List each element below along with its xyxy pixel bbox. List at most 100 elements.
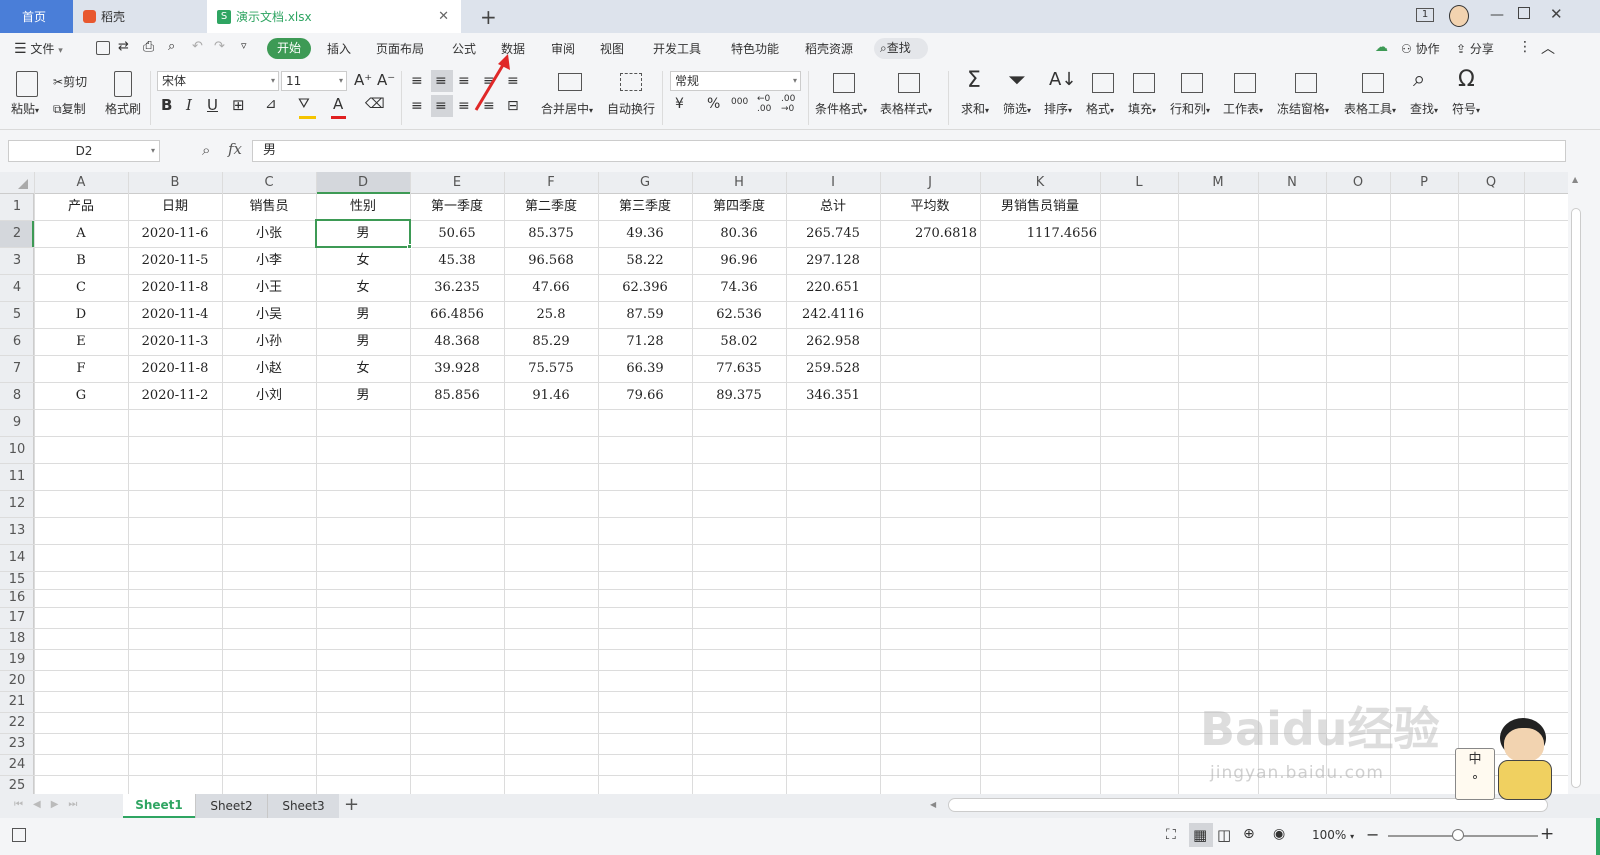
column-header[interactable]: N (1258, 172, 1326, 194)
row-col-icon[interactable] (1181, 73, 1203, 93)
table-cell[interactable]: 小李 (222, 247, 316, 274)
table-cell[interactable]: 79.66 (598, 382, 692, 409)
column-header[interactable]: I (786, 172, 880, 194)
table-header-cell[interactable]: 第一季度 (410, 194, 504, 221)
row-header[interactable]: 6 (0, 328, 34, 355)
table-cell[interactable] (980, 328, 1100, 355)
row-col-button[interactable]: 行和列▾ (1170, 100, 1210, 117)
row-header[interactable]: 25 (0, 775, 34, 794)
table-header-cell[interactable]: 平均数 (880, 194, 980, 221)
table-cell[interactable] (980, 382, 1100, 409)
column-header[interactable]: M (1178, 172, 1258, 194)
table-cell[interactable]: 女 (316, 274, 410, 301)
table-cell[interactable]: 270.6818 (880, 220, 980, 247)
symbol-button[interactable]: 符号▾ (1452, 100, 1480, 117)
table-cell[interactable]: F (34, 355, 128, 382)
table-cell[interactable]: 87.59 (598, 301, 692, 328)
paste-icon[interactable] (16, 71, 38, 97)
sheet-tab-3[interactable]: Sheet3 (267, 794, 339, 818)
print-preview-icon[interactable]: ⌕ (168, 39, 175, 54)
tab-file[interactable]: S 演示文档.xlsx ✕ (207, 0, 461, 33)
find-button[interactable]: 查找▾ (1410, 100, 1438, 117)
zoom-slider-handle[interactable] (1452, 829, 1464, 841)
collapse-ribbon-icon[interactable]: ︿ (1541, 38, 1555, 58)
sum-icon[interactable]: Σ (967, 68, 981, 93)
table-cell[interactable] (880, 382, 980, 409)
table-cell[interactable]: 2020-11-8 (128, 274, 222, 301)
row-header[interactable]: 18 (0, 628, 34, 649)
worksheet-button[interactable]: 工作表▾ (1223, 100, 1263, 117)
add-sheet-icon[interactable]: + (344, 794, 359, 815)
row-header[interactable]: 21 (0, 691, 34, 712)
table-cell[interactable]: E (34, 328, 128, 355)
restore-icon[interactable] (1518, 7, 1530, 19)
column-header[interactable]: H (692, 172, 786, 194)
table-cell[interactable]: G (34, 382, 128, 409)
italic-icon[interactable]: I (186, 96, 192, 114)
row-header[interactable]: 11 (0, 463, 34, 490)
row-header[interactable]: 1 (0, 194, 34, 220)
border-icon[interactable]: ⊞ (232, 96, 245, 114)
percent-button[interactable]: % (707, 96, 720, 112)
formula-input[interactable]: 男 (252, 140, 1566, 162)
customize-icon[interactable]: ▿ (241, 39, 247, 52)
table-cell[interactable] (980, 274, 1100, 301)
select-all-icon[interactable] (18, 179, 28, 189)
font-color-icon[interactable]: A (333, 95, 343, 113)
table-header-cell[interactable]: 产品 (34, 194, 128, 221)
table-tools-button[interactable]: 表格工具▾ (1344, 100, 1396, 117)
table-cell[interactable]: 74.36 (692, 274, 786, 301)
row-header[interactable]: 10 (0, 436, 34, 463)
table-tools-icon[interactable] (1362, 73, 1384, 93)
format-button[interactable]: 格式▾ (1086, 100, 1114, 117)
table-cell[interactable]: 220.651 (786, 274, 880, 301)
table-cell[interactable]: 36.235 (410, 274, 504, 301)
table-cell[interactable]: 75.575 (504, 355, 598, 382)
column-header[interactable]: D (316, 172, 410, 194)
page-break-view-icon[interactable]: ◫ (1217, 826, 1231, 844)
table-cell[interactable]: 80.36 (692, 220, 786, 247)
table-cell[interactable]: 85.29 (504, 328, 598, 355)
table-cell[interactable]: 85.856 (410, 382, 504, 409)
export-icon[interactable]: ⇄ (118, 39, 129, 54)
font-name-select[interactable]: 宋体 ▾ (157, 71, 279, 91)
table-cell[interactable] (980, 247, 1100, 274)
sheet-nav-icon[interactable]: ⏮◀▶⏭ (14, 799, 87, 810)
table-cell[interactable]: C (34, 274, 128, 301)
number-format-select[interactable]: 常规 ▾ (670, 71, 801, 91)
table-cell[interactable]: 男 (316, 328, 410, 355)
table-cell[interactable]: A (34, 220, 128, 247)
font-size-select[interactable]: 11 ▾ (281, 71, 347, 91)
table-header-cell[interactable]: 销售员 (222, 194, 316, 221)
merge-icon[interactable] (558, 73, 582, 91)
scroll-left-icon[interactable]: ◀ (930, 800, 936, 809)
table-cell[interactable]: 297.128 (786, 247, 880, 274)
table-header-cell[interactable]: 日期 (128, 194, 222, 221)
zoom-in-icon[interactable]: + (1540, 824, 1554, 844)
filter-button[interactable]: 筛选▾ (1003, 100, 1031, 117)
table-cell[interactable] (980, 355, 1100, 382)
file-menu[interactable]: ☰ 文件 ▾ (14, 40, 63, 57)
save-icon[interactable] (96, 41, 110, 55)
column-header[interactable]: A (34, 172, 128, 194)
freeze-panes-button[interactable]: 冻结窗格▾ (1277, 100, 1329, 117)
reading-mode-icon[interactable]: ⊕ (1243, 826, 1255, 842)
table-cell[interactable]: 47.66 (504, 274, 598, 301)
scroll-up-icon[interactable]: ▲ (1572, 175, 1578, 184)
row-header[interactable]: 20 (0, 670, 34, 691)
zoom-out-icon[interactable]: − (1366, 825, 1379, 844)
table-style-icon[interactable] (898, 73, 920, 93)
row-header[interactable]: 12 (0, 490, 34, 517)
merge-button[interactable]: 合并居中▾ (541, 100, 593, 117)
table-cell[interactable]: 71.28 (598, 328, 692, 355)
table-cell[interactable]: 50.65 (410, 220, 504, 247)
table-header-cell[interactable]: 总计 (786, 194, 880, 221)
table-cell[interactable] (880, 355, 980, 382)
row-header[interactable]: 2 (0, 220, 34, 247)
table-cell[interactable]: 259.528 (786, 355, 880, 382)
table-cell[interactable]: 77.635 (692, 355, 786, 382)
horizontal-scroll-thumb[interactable] (948, 798, 1548, 812)
row-header[interactable]: 22 (0, 712, 34, 733)
table-cell[interactable]: 2020-11-6 (128, 220, 222, 247)
row-header[interactable]: 16 (0, 589, 34, 607)
